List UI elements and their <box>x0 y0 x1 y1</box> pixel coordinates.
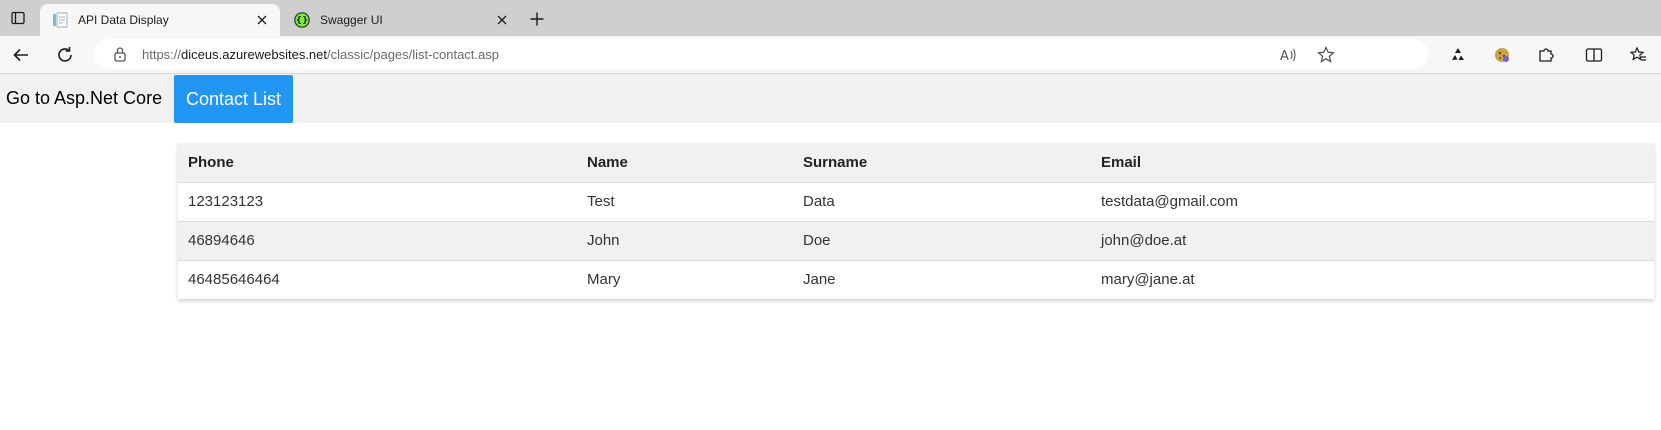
cell-name: Test <box>577 182 793 222</box>
cell-surname: Jane <box>803 271 836 289</box>
header-phone: Phone <box>178 143 577 183</box>
top-navigation: Go to Asp.Net Core Contact List <box>0 74 1661 123</box>
document-icon <box>52 12 68 28</box>
tab-swagger-ui[interactable]: {} Swagger UI <box>282 4 520 36</box>
extensions-puzzle-icon[interactable] <box>1536 45 1556 65</box>
back-arrow-icon[interactable] <box>9 43 33 67</box>
favorite-star-icon[interactable] <box>1317 46 1335 64</box>
contact-list-link[interactable]: Contact List <box>174 75 293 123</box>
extension-cookie-icon[interactable] <box>1492 45 1512 65</box>
favorites-collection-icon[interactable] <box>1628 45 1648 65</box>
cell-phone: 123123123 <box>178 182 577 222</box>
cell-surname: Data <box>793 182 1091 222</box>
recycle-icon[interactable] <box>1448 45 1468 65</box>
tab-api-data-display[interactable]: API Data Display <box>40 4 280 36</box>
svg-text:A: A <box>1280 49 1289 64</box>
cell-email: mary@jane.at <box>1101 271 1195 289</box>
tab-title: Swagger UI <box>320 13 383 27</box>
cell-phone: 46485646464 <box>188 271 280 289</box>
table-row: 46894646 John Doe john@doe.at <box>178 221 1654 261</box>
cell-name: John <box>577 221 793 261</box>
address-bar[interactable]: https://diceus.azurewebsites.net/classic… <box>94 39 1428 69</box>
close-tab-icon[interactable] <box>252 10 272 30</box>
table-row: 123123123 Test Data testdata@gmail.com <box>178 182 1654 222</box>
cell-surname: Doe <box>793 221 1091 261</box>
url-text: https://diceus.azurewebsites.net/classic… <box>142 46 499 62</box>
page-content: Go to Asp.Net Core Contact List Phone Na… <box>0 74 1661 430</box>
new-tab-icon[interactable] <box>526 8 548 30</box>
lock-icon[interactable] <box>112 46 128 62</box>
swagger-icon: {} <box>294 12 310 28</box>
cell-name: Mary <box>587 271 621 289</box>
asp-net-core-link[interactable]: Go to Asp.Net Core <box>6 74 162 123</box>
contacts-table: Phone Name Surname Email 123123123 Test … <box>178 143 1654 299</box>
refresh-icon[interactable] <box>53 43 77 67</box>
read-aloud-icon[interactable]: A <box>1279 46 1297 64</box>
browser-tab-strip: API Data Display {} Swagger UI <box>0 0 1661 36</box>
header-name: Name <box>577 143 793 183</box>
close-tab-icon[interactable] <box>492 10 512 30</box>
browser-toolbar: https://diceus.azurewebsites.net/classic… <box>0 36 1661 74</box>
cell-email: john@doe.at <box>1091 221 1654 261</box>
tab-title: API Data Display <box>78 13 169 27</box>
table-row: 46485646464 Mary Jane mary@jane.at <box>178 260 1654 299</box>
cell-phone: 46894646 <box>178 221 577 261</box>
tab-actions-icon[interactable] <box>8 8 28 28</box>
table-header-row: Phone Name Surname Email <box>178 143 1654 183</box>
split-screen-icon[interactable] <box>1584 45 1604 65</box>
svg-text:{}: {} <box>296 16 309 26</box>
cell-email: testdata@gmail.com <box>1091 182 1654 222</box>
header-email: Email <box>1091 143 1654 183</box>
header-surname: Surname <box>793 143 1091 183</box>
